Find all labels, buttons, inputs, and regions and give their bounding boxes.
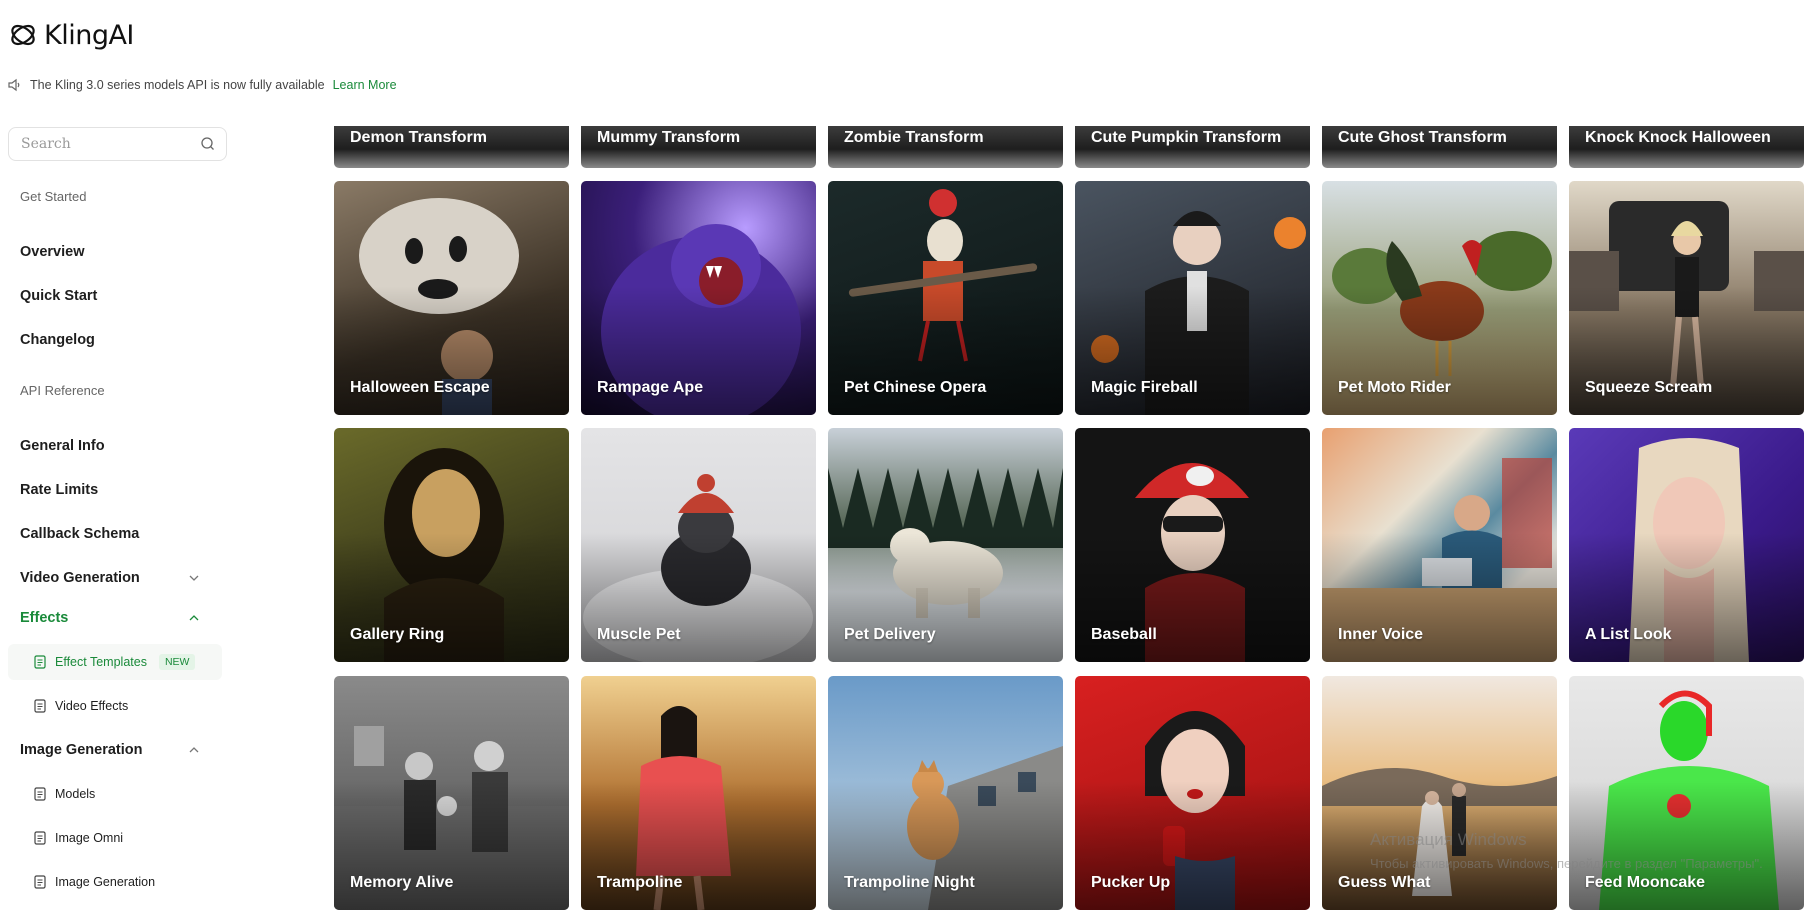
nav-general-info[interactable]: General Info bbox=[20, 438, 105, 454]
effect-card[interactable]: Pucker Up bbox=[1075, 676, 1310, 910]
speaker-icon bbox=[8, 78, 20, 92]
effect-card-title: Magic Fireball bbox=[1091, 379, 1198, 396]
effect-card[interactable]: Guess What bbox=[1322, 676, 1557, 910]
effect-card[interactable]: Feed Mooncake bbox=[1569, 676, 1804, 910]
effect-card[interactable]: Knock Knock Halloween bbox=[1569, 126, 1804, 168]
effect-card-title: Cute Ghost Transform bbox=[1338, 129, 1507, 146]
nav-rate-limits[interactable]: Rate Limits bbox=[20, 482, 98, 498]
document-icon bbox=[34, 831, 46, 845]
effect-card-title: Guess What bbox=[1338, 874, 1431, 891]
effect-card-title: Demon Transform bbox=[350, 129, 487, 146]
effect-card-title: Rampage Ape bbox=[597, 379, 704, 396]
effect-card[interactable]: Pet Moto Rider bbox=[1322, 181, 1557, 415]
effect-card-title: Gallery Ring bbox=[350, 626, 445, 643]
effect-card-title: Muscle Pet bbox=[597, 626, 681, 643]
effect-card[interactable]: Inner Voice bbox=[1322, 428, 1557, 662]
document-icon bbox=[34, 655, 46, 669]
announcement-text: The Kling 3.0 series models API is now f… bbox=[30, 78, 325, 92]
effect-card-title: Memory Alive bbox=[350, 874, 454, 891]
nav-models[interactable]: Models bbox=[8, 776, 222, 812]
effect-card[interactable]: Memory Alive bbox=[334, 676, 569, 910]
nav-image-omni[interactable]: Image Omni bbox=[8, 820, 222, 856]
effect-card-title: Squeeze Scream bbox=[1585, 379, 1713, 396]
effect-card[interactable]: Demon Transform bbox=[334, 126, 569, 168]
nav-video-effects[interactable]: Video Effects bbox=[8, 688, 222, 724]
document-icon bbox=[34, 875, 46, 889]
models-label: Models bbox=[55, 787, 96, 801]
search-input[interactable] bbox=[19, 135, 200, 153]
chevron-up-icon[interactable] bbox=[188, 612, 200, 624]
effect-card[interactable]: Zombie Transform bbox=[828, 126, 1063, 168]
effect-card[interactable]: Muscle Pet bbox=[581, 428, 816, 662]
effect-card-title: Cute Pumpkin Transform bbox=[1091, 129, 1282, 146]
effect-card[interactable]: Trampoline bbox=[581, 676, 816, 910]
section-api-reference: API Reference bbox=[20, 383, 105, 398]
effect-template-grid: Demon Transform Mummy Transform Zombie T… bbox=[334, 0, 1804, 914]
effect-card[interactable]: Baseball bbox=[1075, 428, 1310, 662]
effect-card[interactable]: Halloween Escape bbox=[334, 181, 569, 415]
effect-card-title: Mummy Transform bbox=[597, 129, 741, 146]
effect-card[interactable]: Squeeze Scream bbox=[1569, 181, 1804, 415]
document-icon bbox=[34, 787, 46, 801]
search-icon[interactable] bbox=[200, 136, 216, 152]
nav-callback-schema[interactable]: Callback Schema bbox=[20, 526, 139, 542]
document-icon bbox=[34, 699, 46, 713]
effect-card-title: A List Look bbox=[1585, 626, 1672, 643]
effect-card[interactable]: Gallery Ring bbox=[334, 428, 569, 662]
nav-effects[interactable]: Effects bbox=[20, 610, 68, 626]
video-effects-label: Video Effects bbox=[55, 699, 129, 713]
effect-card-title: Inner Voice bbox=[1338, 626, 1424, 643]
chevron-up-icon[interactable] bbox=[188, 744, 200, 756]
nav-image-generation-sub[interactable]: Image Generation bbox=[8, 864, 222, 900]
effect-card-title: Zombie Transform bbox=[844, 129, 984, 146]
effect-templates-label: Effect Templates bbox=[55, 655, 147, 669]
section-get-started: Get Started bbox=[20, 189, 87, 204]
effect-card-title: Pet Chinese Opera bbox=[844, 379, 987, 396]
effect-card-title: Baseball bbox=[1091, 626, 1157, 643]
image-omni-label: Image Omni bbox=[55, 831, 124, 845]
effect-card-title: Trampoline bbox=[597, 874, 683, 891]
chevron-down-icon[interactable] bbox=[188, 572, 200, 584]
nav-overview[interactable]: Overview bbox=[20, 244, 85, 260]
image-generation-sub-label: Image Generation bbox=[55, 875, 156, 889]
nav-effect-templates[interactable]: Effect Templates NEW bbox=[8, 644, 222, 680]
effect-card-title: Pucker Up bbox=[1091, 874, 1171, 891]
effect-card[interactable]: Pet Delivery bbox=[828, 428, 1063, 662]
effect-card[interactable]: Pet Chinese Opera bbox=[828, 181, 1063, 415]
windows-activation-hint: Чтобы активировать Windows, перейдите в … bbox=[1370, 856, 1763, 871]
windows-activation-watermark: Активация Windows bbox=[1370, 830, 1527, 849]
nav-quick-start[interactable]: Quick Start bbox=[20, 288, 97, 304]
effect-card-title: Pet Delivery bbox=[844, 626, 936, 643]
kling-logo-icon bbox=[11, 24, 35, 46]
effect-card-title: Feed Mooncake bbox=[1585, 874, 1706, 891]
effect-card-title: Trampoline Night bbox=[844, 874, 975, 891]
effect-card[interactable]: Rampage Ape bbox=[581, 181, 816, 415]
nav-changelog[interactable]: Changelog bbox=[20, 332, 95, 348]
effect-card[interactable]: Trampoline Night bbox=[828, 676, 1063, 910]
new-badge: NEW bbox=[158, 654, 196, 670]
effect-card-title: Halloween Escape bbox=[350, 379, 490, 396]
effect-card[interactable]: Magic Fireball bbox=[1075, 181, 1310, 415]
search-box[interactable] bbox=[8, 127, 227, 161]
nav-video-generation[interactable]: Video Generation bbox=[20, 570, 140, 586]
effect-card[interactable]: A List Look bbox=[1569, 428, 1804, 662]
nav-image-generation[interactable]: Image Generation bbox=[20, 742, 142, 758]
effect-card-title: Pet Moto Rider bbox=[1338, 379, 1451, 396]
effect-card[interactable]: Mummy Transform bbox=[581, 126, 816, 168]
kling-logo[interactable]: KlingAI bbox=[8, 18, 134, 52]
effect-card[interactable]: Cute Pumpkin Transform bbox=[1075, 126, 1310, 168]
brand-name: KlingAI bbox=[44, 19, 134, 51]
effect-card-title: Knock Knock Halloween bbox=[1585, 129, 1771, 146]
effect-card[interactable]: Cute Ghost Transform bbox=[1322, 126, 1557, 168]
